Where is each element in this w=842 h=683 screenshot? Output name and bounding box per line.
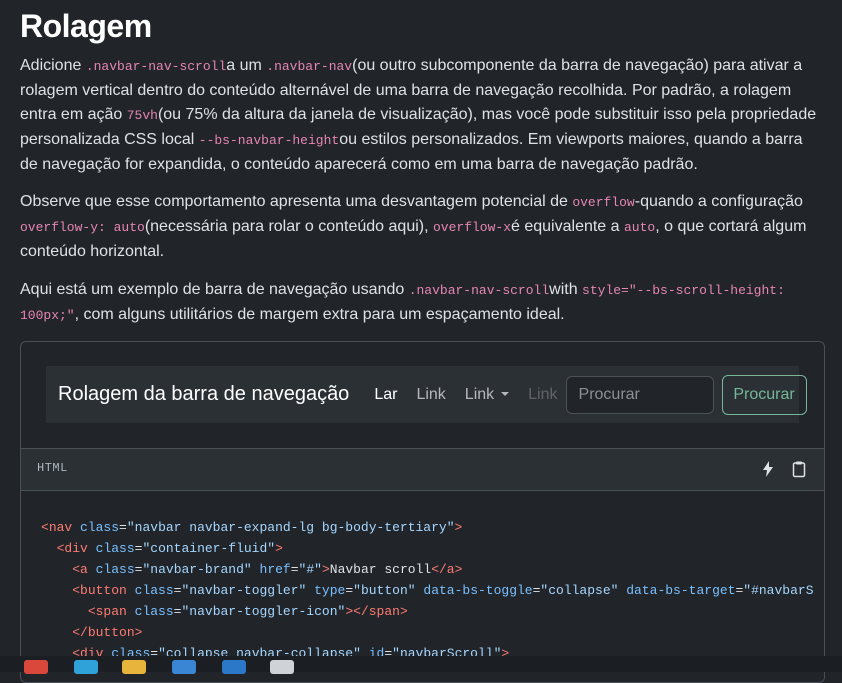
inline-code: .navbar-nav [266,59,353,74]
search-input[interactable] [565,375,714,414]
code-content: <nav class="navbar navbar-expand-lg bg-b… [41,517,814,664]
clipboard-icon[interactable] [789,459,809,479]
navbar-brand[interactable]: Rolagem da barra de navegação [58,383,349,406]
code-line: <button class="navbar-toggler" type="but… [72,583,814,598]
section-heading: Rolagem [20,8,152,44]
inline-code: auto [624,220,656,235]
overflow-note-paragraph: Observe que esse comportamento apresenta… [20,193,807,260]
search-button[interactable]: Procurar [721,374,807,415]
code-line: <a class="navbar-brand" href="#">Navbar … [72,562,463,577]
inline-code: .navbar-nav-scroll [408,283,550,298]
caret-down-icon [501,392,510,397]
nav-link-home[interactable]: Lar [374,386,397,404]
code-language-label: HTML [37,461,68,475]
example-navbar: Rolagem da barra de navegação Lar Link L… [46,366,807,423]
navbar-nav: Lar Link Link Link Procurar [374,374,807,415]
taskbar [0,656,842,674]
inline-code: .navbar-nav-scroll [85,59,227,74]
code-line: </button> [72,625,143,640]
nav-dropdown-toggle[interactable]: Link [465,386,510,404]
example-intro-paragraph: Aqui está um exemplo de barra de navegaç… [20,281,785,323]
lightning-icon[interactable] [758,459,778,479]
inline-code: --bs-navbar-height [198,133,340,148]
intro-paragraph: Adicione .navbar-nav-scrolla um .navbar-… [20,57,817,173]
nav-link[interactable]: Link [416,386,445,404]
code-line: <span class="navbar-toggler-icon"></span… [87,604,408,619]
code-header: HTML [21,448,824,491]
nav-link-disabled: Link [528,385,558,403]
code-line: <nav class="navbar navbar-expand-lg bg-b… [41,520,463,535]
code-line: <div class="container-fluid"> [56,541,283,556]
example-container: Rolagem da barra de navegação Lar Link L… [20,341,825,683]
inline-code: 75vh [126,108,158,123]
inline-code: overflow-x [433,220,512,235]
inline-code: overflow-y: auto [20,220,145,235]
inline-code: overflow [572,195,635,210]
code-block: <nav class="navbar navbar-expand-lg bg-b… [21,491,824,682]
